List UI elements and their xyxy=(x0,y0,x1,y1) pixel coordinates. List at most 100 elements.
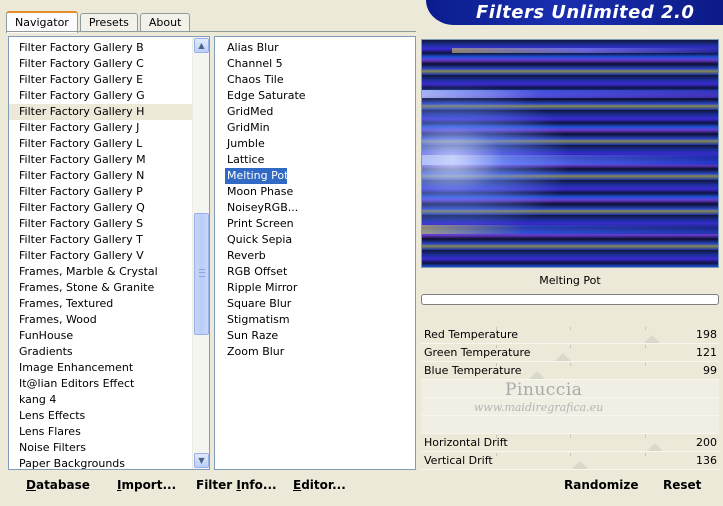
filter-list[interactable]: Alias Blur Channel 5 Chaos Tile Edge Satura… xyxy=(215,40,415,360)
filter-item[interactable]: RGB Offset xyxy=(215,264,415,280)
category-item[interactable]: Filter Factory Gallery N xyxy=(9,168,193,184)
slider-label: Red Temperature xyxy=(424,328,519,341)
category-item[interactable]: Filter Factory Gallery E xyxy=(9,72,193,88)
category-item[interactable]: Filter Factory Gallery G xyxy=(9,88,193,104)
slider-knob[interactable] xyxy=(644,335,660,343)
editor-mnemonic: E xyxy=(293,478,302,492)
progress-bar xyxy=(421,294,719,305)
slider-tick xyxy=(645,345,646,348)
filter-item[interactable]: Reverb xyxy=(215,248,415,264)
slider-value: 121 xyxy=(696,346,717,359)
filter-item[interactable]: Alias Blur xyxy=(215,40,415,56)
parameter-slider[interactable]: Green Temperature 121 xyxy=(421,344,719,362)
category-item[interactable]: It@lian Editors Effect xyxy=(9,376,193,392)
filter-item[interactable]: NoiseyRGB... xyxy=(215,200,415,216)
filter-item[interactable]: Edge Saturate xyxy=(215,88,415,104)
filter-item[interactable]: Lattice xyxy=(215,152,415,168)
category-item[interactable]: Filter Factory Gallery M xyxy=(9,152,193,168)
category-item[interactable]: Frames, Marble & Crystal xyxy=(9,264,193,280)
slider-tick xyxy=(570,453,571,456)
category-item[interactable]: Lens Effects xyxy=(9,408,193,424)
category-item[interactable]: Filter Factory Gallery C xyxy=(9,56,193,72)
slider-tick xyxy=(645,453,646,456)
import-button[interactable]: Import... xyxy=(117,478,176,492)
preview-image xyxy=(421,39,719,268)
category-item[interactable]: Filter Factory Gallery V xyxy=(9,248,193,264)
category-item[interactable]: Filter Factory Gallery P xyxy=(9,184,193,200)
randomize-button[interactable]: Randomize xyxy=(564,478,638,492)
filter-item[interactable]: Sun Raze xyxy=(215,328,415,344)
slider-tick xyxy=(496,363,497,366)
tab-presets[interactable]: Presets xyxy=(79,13,138,32)
category-item[interactable]: Paper Backgrounds xyxy=(9,456,193,469)
slider-tick xyxy=(496,327,497,330)
filter-item[interactable]: Moon Phase xyxy=(215,184,415,200)
category-item[interactable]: Lens Flares xyxy=(9,424,193,440)
slider-tick xyxy=(570,435,571,438)
filter-item[interactable]: Quick Sepia xyxy=(215,232,415,248)
database-button[interactable]: Database xyxy=(26,478,90,492)
preview-glow xyxy=(422,80,572,240)
category-item[interactable]: Filter Factory Gallery L xyxy=(9,136,193,152)
tab-bar: Navigator Presets About xyxy=(6,10,192,33)
category-item[interactable]: kang 4 xyxy=(9,392,193,408)
slider-label: Blue Temperature xyxy=(424,364,522,377)
slider-knob[interactable] xyxy=(529,371,545,379)
reset-button[interactable]: Reset xyxy=(663,478,701,492)
tab-navigator[interactable]: Navigator xyxy=(6,11,78,33)
slider-tick xyxy=(496,453,497,456)
grip-icon xyxy=(199,269,205,277)
preview-streak xyxy=(452,48,718,53)
scroll-thumb[interactable] xyxy=(194,213,209,335)
filter-info-label: nfo... xyxy=(240,478,277,492)
editor-button[interactable]: Editor... xyxy=(293,478,346,492)
filter-item[interactable]: Ripple Mirror xyxy=(215,280,415,296)
category-item[interactable]: Noise Filters xyxy=(9,440,193,456)
slider-knob[interactable] xyxy=(555,353,571,361)
filter-item[interactable]: Melting Pot xyxy=(225,168,288,184)
filter-item[interactable]: Channel 5 xyxy=(215,56,415,72)
tab-about[interactable]: About xyxy=(139,13,191,32)
filter-item[interactable]: Jumble xyxy=(215,136,415,152)
filter-item[interactable]: Stigmatism xyxy=(215,312,415,328)
slider-knob[interactable] xyxy=(647,443,663,451)
filter-list-panel: Alias Blur Channel 5 Chaos Tile Edge Satura… xyxy=(214,36,416,470)
scroll-down-button[interactable]: ▼ xyxy=(194,453,209,468)
category-item[interactable]: FunHouse xyxy=(9,328,193,344)
current-filter-name: Melting Pot xyxy=(539,274,601,287)
category-item[interactable]: Frames, Wood xyxy=(9,312,193,328)
category-item[interactable]: Filter Factory Gallery Q xyxy=(9,200,193,216)
filter-info-button[interactable]: Filter Info... xyxy=(196,478,277,492)
parameter-slider[interactable]: Blue Temperature 99 xyxy=(421,362,719,380)
watermark-name: Pinuccia xyxy=(505,380,583,400)
slider-label: Green Temperature xyxy=(424,346,531,359)
slider-label: Vertical Drift xyxy=(424,454,493,467)
category-item[interactable]: Gradients xyxy=(9,344,193,360)
slider-knob[interactable] xyxy=(572,461,588,469)
category-item[interactable]: Frames, Textured xyxy=(9,296,193,312)
category-item[interactable]: Filter Factory Gallery J xyxy=(9,120,193,136)
category-item[interactable]: Filter Factory Gallery S xyxy=(9,216,193,232)
slider-tick xyxy=(570,327,571,330)
filter-item[interactable]: Chaos Tile xyxy=(215,72,415,88)
parameter-slider[interactable]: Horizontal Drift 200 xyxy=(421,434,719,452)
category-item[interactable]: Filter Factory Gallery T xyxy=(9,232,193,248)
filter-item[interactable]: GridMed xyxy=(215,104,415,120)
filter-item[interactable]: Square Blur xyxy=(215,296,415,312)
filter-item[interactable]: Print Screen xyxy=(215,216,415,232)
parameter-slider[interactable]: Red Temperature 198 xyxy=(421,326,719,344)
category-list[interactable]: Filter Factory Gallery B Filter Factory G… xyxy=(9,40,193,469)
scroll-up-button[interactable]: ▲ xyxy=(194,38,209,53)
filter-item[interactable]: Zoom Blur xyxy=(215,344,415,360)
slider-value: 99 xyxy=(703,364,717,377)
category-item[interactable]: Image Enhancement xyxy=(9,360,193,376)
category-item[interactable]: Filter Factory Gallery B xyxy=(9,40,193,56)
category-item[interactable]: Filter Factory Gallery H xyxy=(9,104,193,120)
editor-label: ditor... xyxy=(301,478,346,492)
category-item[interactable]: Frames, Stone & Granite xyxy=(9,280,193,296)
slider-tick xyxy=(645,327,646,330)
slider-tick xyxy=(496,345,497,348)
category-scrollbar[interactable]: ▲ ▼ xyxy=(192,37,209,469)
parameter-slider[interactable]: Vertical Drift 136 xyxy=(421,452,719,470)
filter-item[interactable]: GridMin xyxy=(215,120,415,136)
